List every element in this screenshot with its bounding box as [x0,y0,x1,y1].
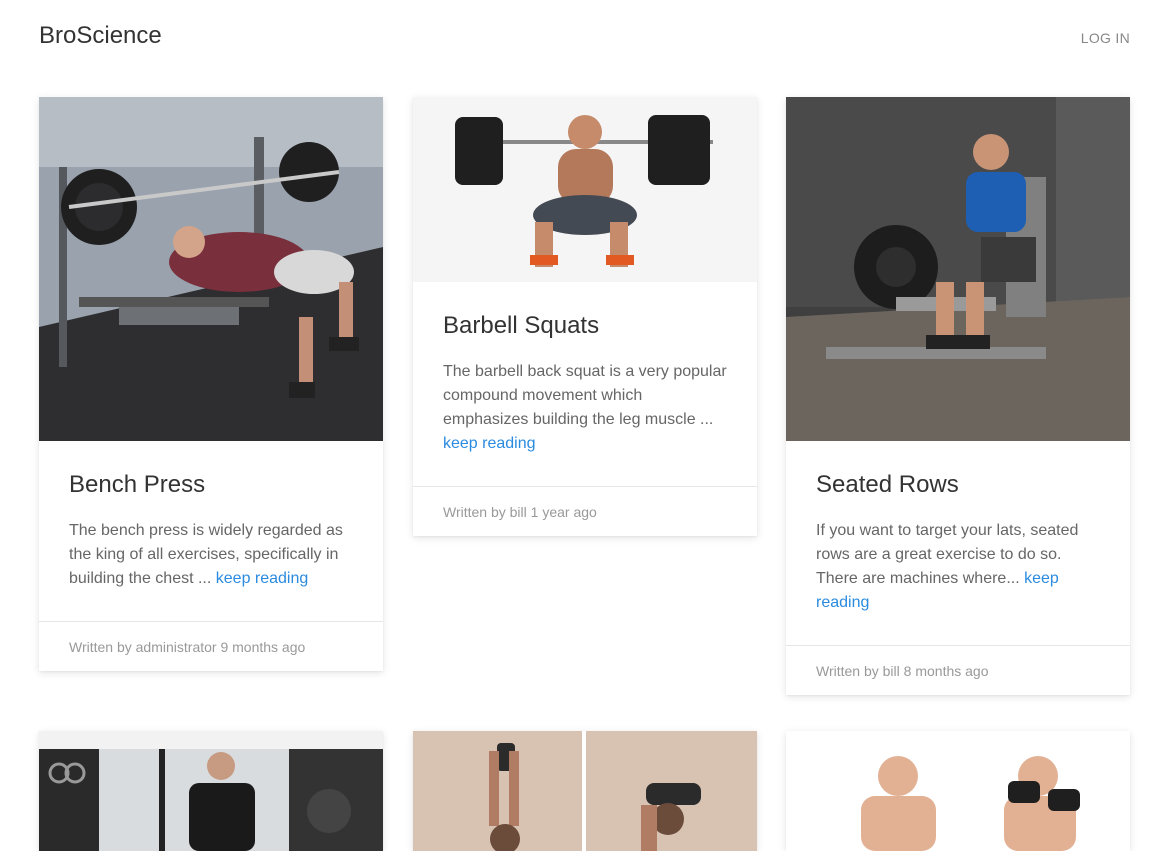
post-image[interactable] [39,97,383,441]
brand-logo-link[interactable]: BroScience [39,22,162,50]
post-meta: Written by bill 1 year ago [413,486,757,536]
post-title[interactable]: Barbell Squats [443,312,727,340]
post-title[interactable]: Seated Rows [816,471,1100,499]
post-card: Seated Rows If you want to target your l… [786,97,1130,695]
post-title[interactable]: Bench Press [69,471,353,499]
login-link[interactable]: LOG IN [1081,30,1130,46]
post-image[interactable] [413,97,757,282]
keep-reading-link[interactable]: keep reading [443,435,536,452]
site-header: BroScience LOG IN [0,0,1166,75]
post-meta: Written by bill 8 months ago [786,645,1130,695]
post-card: Barbell Squats The barbell back squat is… [413,97,757,536]
post-meta: Written by administrator 9 months ago [39,621,383,671]
post-image[interactable] [413,731,757,851]
post-image[interactable] [39,731,383,851]
post-card [413,731,757,851]
keep-reading-link[interactable]: keep reading [216,570,309,587]
post-excerpt: If you want to target your lats, seated … [816,519,1100,615]
post-excerpt: The barbell back squat is a very popular… [443,360,727,456]
post-card: Bench Press The bench press is widely re… [39,97,383,671]
excerpt-text: The barbell back squat is a very popular… [443,363,727,428]
post-card [39,731,383,851]
post-card [786,731,1130,851]
post-image[interactable] [786,731,1130,851]
post-image[interactable] [786,97,1130,441]
post-excerpt: The bench press is widely regarded as th… [69,519,353,591]
